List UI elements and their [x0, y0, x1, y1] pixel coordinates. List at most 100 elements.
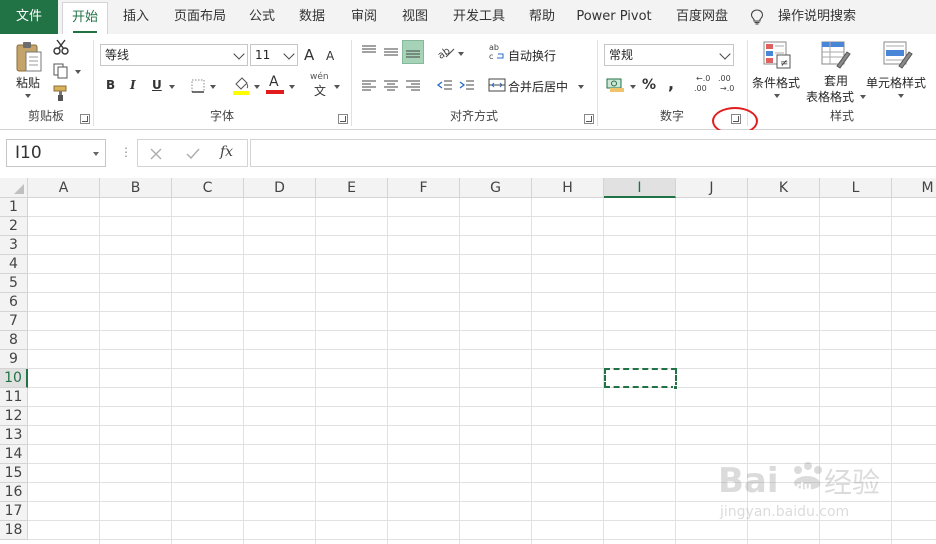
align-center-icon[interactable]	[382, 78, 400, 94]
row-header-6[interactable]: 6	[0, 293, 28, 312]
number-format-combo[interactable]: 常规	[604, 44, 734, 66]
row-header-13[interactable]: 13	[0, 426, 28, 445]
row-header-10[interactable]: 10	[0, 369, 28, 388]
paste-icon[interactable]	[14, 40, 44, 74]
underline-dropdown-icon[interactable]	[169, 85, 175, 89]
cell-styles-icon[interactable]	[882, 40, 914, 70]
font-color-icon[interactable]: A	[266, 72, 284, 94]
tab-formulas[interactable]: 公式	[242, 0, 282, 34]
name-box[interactable]: I10	[6, 139, 106, 167]
row-header-8[interactable]: 8	[0, 331, 28, 350]
cell-styles-dropdown-icon[interactable]	[898, 94, 904, 98]
decrease-indent-icon[interactable]	[436, 78, 454, 94]
font-name-combo[interactable]: 等线	[100, 44, 248, 66]
column-header-j[interactable]: J	[676, 178, 748, 198]
format-as-table-icon[interactable]	[820, 40, 852, 70]
merge-center-button[interactable]: 合并后居中	[508, 78, 568, 95]
copy-icon[interactable]	[52, 62, 70, 80]
conditional-formatting-button[interactable]: 条件格式	[752, 74, 800, 91]
select-all-button[interactable]	[0, 178, 28, 198]
copy-dropdown-icon[interactable]	[75, 70, 81, 74]
column-header-f[interactable]: F	[388, 178, 460, 198]
selected-cell[interactable]	[604, 368, 677, 388]
tab-view[interactable]: 视图	[395, 0, 435, 34]
tab-baidu-netdisk[interactable]: 百度网盘	[670, 0, 734, 34]
column-header-i[interactable]: I	[604, 178, 676, 198]
column-header-m[interactable]: M	[892, 178, 936, 198]
row-header-11[interactable]: 11	[0, 388, 28, 407]
borders-dropdown-icon[interactable]	[210, 85, 216, 89]
tab-review[interactable]: 审阅	[344, 0, 384, 34]
increase-font-size-button[interactable]: A	[304, 46, 314, 64]
drag-handle-icon[interactable]: ⋮	[120, 145, 132, 159]
accounting-format-icon[interactable]	[606, 76, 628, 94]
wrap-text-icon[interactable]: ab c	[488, 42, 506, 62]
format-as-table-label-2[interactable]: 表格格式	[806, 88, 854, 105]
row-header-4[interactable]: 4	[0, 255, 28, 274]
comma-style-button[interactable]: ,	[668, 74, 674, 93]
row-header-7[interactable]: 7	[0, 312, 28, 331]
column-header-g[interactable]: G	[460, 178, 532, 198]
increase-decimal-icon[interactable]: ←.0 .00	[692, 74, 712, 96]
row-header-1[interactable]: 1	[0, 198, 28, 217]
column-header-e[interactable]: E	[316, 178, 388, 198]
paste-dropdown-icon[interactable]	[25, 94, 31, 98]
align-right-icon[interactable]	[404, 78, 422, 94]
middle-align-icon[interactable]	[382, 44, 400, 60]
row-header-15[interactable]: 15	[0, 464, 28, 483]
column-header-a[interactable]: A	[28, 178, 100, 198]
format-as-table-label-1[interactable]: 套用	[824, 72, 848, 89]
paste-label[interactable]: 粘贴	[16, 74, 40, 91]
column-header-k[interactable]: K	[748, 178, 820, 198]
fill-color-icon[interactable]	[232, 74, 250, 96]
row-header-18[interactable]: 18	[0, 521, 28, 540]
table-format-dropdown-icon[interactable]	[860, 95, 866, 99]
tab-home[interactable]: 开始	[62, 2, 108, 35]
column-header-d[interactable]: D	[244, 178, 316, 198]
column-header-b[interactable]: B	[100, 178, 172, 198]
phonetic-guide-icon[interactable]: wén 文	[308, 72, 332, 98]
formula-input[interactable]	[250, 139, 936, 167]
row-header-14[interactable]: 14	[0, 445, 28, 464]
tab-help[interactable]: 帮助	[522, 0, 562, 34]
bottom-align-button[interactable]	[402, 40, 424, 64]
fill-handle[interactable]	[673, 385, 678, 390]
underline-button[interactable]: U	[152, 78, 162, 92]
insert-function-icon[interactable]: fx	[220, 144, 233, 160]
tab-power-pivot[interactable]: Power Pivot	[576, 0, 652, 34]
font-color-dropdown-icon[interactable]	[289, 85, 295, 89]
row-header-12[interactable]: 12	[0, 407, 28, 426]
percent-style-button[interactable]: %	[642, 77, 656, 93]
accounting-dropdown-icon[interactable]	[630, 85, 636, 89]
orientation-icon[interactable]: ab	[436, 42, 456, 60]
cell-styles-button[interactable]: 单元格样式	[866, 74, 926, 91]
cut-icon[interactable]	[52, 38, 70, 56]
tab-developer[interactable]: 开发工具	[448, 0, 510, 34]
column-header-l[interactable]: L	[820, 178, 892, 198]
align-left-icon[interactable]	[360, 78, 378, 94]
top-align-icon[interactable]	[360, 44, 378, 60]
increase-indent-icon[interactable]	[458, 78, 476, 94]
conditional-formatting-icon[interactable]: ≠	[762, 40, 792, 70]
name-box-dropdown-icon[interactable]	[93, 152, 99, 156]
row-header-9[interactable]: 9	[0, 350, 28, 369]
italic-button[interactable]: I	[130, 78, 136, 92]
conditional-dropdown-icon[interactable]	[774, 94, 780, 98]
font-dialog-launcher-icon[interactable]	[338, 114, 348, 124]
orientation-dropdown-icon[interactable]	[458, 52, 464, 56]
borders-icon[interactable]	[190, 78, 206, 94]
cancel-icon[interactable]	[150, 148, 162, 160]
column-header-c[interactable]: C	[172, 178, 244, 198]
clipboard-dialog-launcher-icon[interactable]	[80, 114, 90, 124]
font-size-combo[interactable]: 11	[250, 44, 298, 66]
row-header-3[interactable]: 3	[0, 236, 28, 255]
tab-data[interactable]: 数据	[292, 0, 332, 34]
merge-dropdown-icon[interactable]	[578, 85, 584, 89]
decrease-font-size-button[interactable]: A	[326, 49, 334, 63]
tell-me-search[interactable]: 操作说明搜索	[772, 0, 862, 34]
row-header-2[interactable]: 2	[0, 217, 28, 236]
alignment-dialog-launcher-icon[interactable]	[584, 114, 594, 124]
column-header-h[interactable]: H	[532, 178, 604, 198]
fill-color-dropdown-icon[interactable]	[254, 85, 260, 89]
row-header-17[interactable]: 17	[0, 502, 28, 521]
